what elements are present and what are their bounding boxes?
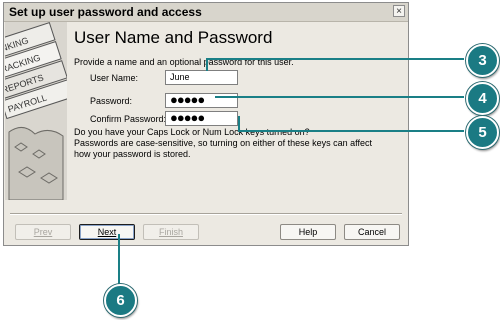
title-bar: Set up user password and access × [4, 3, 408, 22]
username-label: User Name: [90, 73, 139, 83]
next-button[interactable]: Next [79, 224, 135, 240]
callout-5-line-v [238, 116, 240, 132]
callout-badge-6: 6 [104, 284, 137, 317]
divider [10, 213, 402, 215]
cancel-label: Cancel [357, 227, 386, 237]
callout-badge-4: 4 [466, 82, 499, 115]
caps-lock-hint: Do you have your Caps Lock or Num Lock k… [74, 127, 310, 137]
confirm-password-label: Confirm Password: [90, 114, 167, 124]
password-label: Password: [90, 96, 133, 106]
help-label: Help [298, 227, 318, 237]
callout-3-line-v [206, 58, 208, 71]
setup-dialog: Set up user password and access × BANKIN… [3, 2, 409, 246]
page-title: User Name and Password [74, 28, 273, 47]
finish-label: Finish [158, 227, 183, 237]
case-sensitive-hint: Passwords are case-sensitive, so turning… [74, 138, 372, 148]
username-field[interactable]: June [165, 70, 238, 85]
callout-5-line-h [238, 130, 464, 132]
callout-3-line-h [206, 58, 464, 60]
callout-badge-5: 5 [466, 116, 499, 149]
prev-label: Prev [33, 227, 53, 237]
cancel-button[interactable]: Cancel [344, 224, 400, 240]
close-icon[interactable]: × [393, 5, 405, 17]
finish-button[interactable]: Finish [143, 224, 199, 240]
confirm-password-field[interactable]: ●●●●● [165, 111, 238, 126]
callout-4-line-h [215, 96, 464, 98]
prev-button[interactable]: Prev [15, 224, 71, 240]
dialog-title: Set up user password and access [9, 5, 202, 19]
storage-hint: how your password is stored. [74, 149, 191, 159]
help-button[interactable]: Help [280, 224, 336, 240]
callout-badge-3: 3 [466, 44, 499, 77]
callout-6-line-v [118, 234, 120, 288]
next-label: Next [97, 227, 117, 237]
ledger-books-illustration: BANKING TRACKING REPORTS PAYROLL [5, 22, 67, 200]
